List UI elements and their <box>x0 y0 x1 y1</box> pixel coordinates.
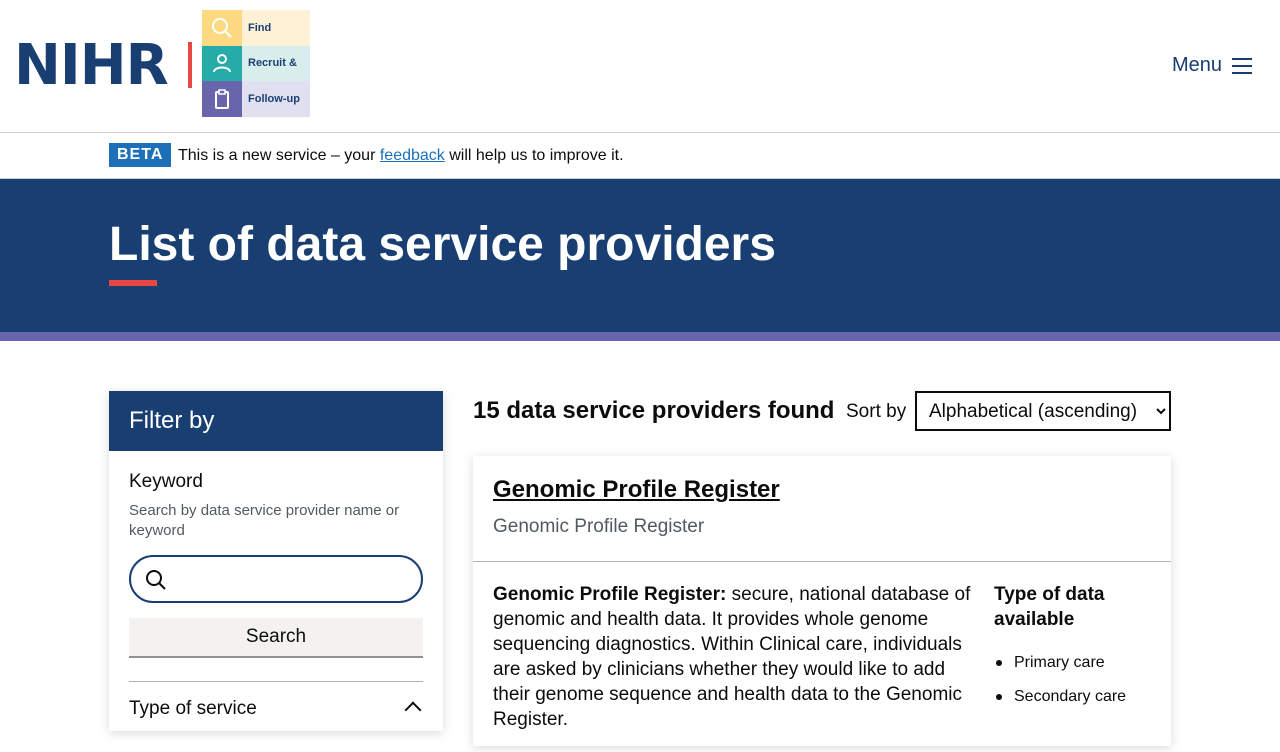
filter-heading: Filter by <box>109 391 443 451</box>
page-hero: List of data service providers <box>0 179 1280 332</box>
list-item: Secondary care <box>994 680 1154 714</box>
provider-title-link[interactable]: Genomic Profile Register <box>493 476 780 504</box>
beta-tag: BETA <box>109 143 172 167</box>
provider-description: Genomic Profile Register: secure, nation… <box>493 582 973 732</box>
page-title: List of data service providers <box>109 218 776 271</box>
logo-label: Recruit & <box>242 45 310 82</box>
beta-text-after: will help us to improve it. <box>444 147 624 164</box>
keyword-input[interactable] <box>131 557 421 601</box>
data-types-heading: Type of data available <box>994 584 1105 630</box>
data-types-column: Type of data available Primary care Seco… <box>994 582 1154 714</box>
menu-label: Menu <box>1172 54 1223 76</box>
beta-text: This is a new service – your feedback wi… <box>178 147 624 165</box>
beta-banner: BETA This is a new service – your feedba… <box>0 133 1280 179</box>
card-header: Genomic Profile Register Genomic Profile… <box>473 456 1171 562</box>
provider-card: Genomic Profile Register Genomic Profile… <box>473 456 1171 746</box>
feedback-link[interactable]: feedback <box>380 147 445 164</box>
beta-text-before: This is a new service – your <box>178 147 380 164</box>
logo-label: Find <box>242 10 310 46</box>
hero-accent-strip <box>0 332 1280 341</box>
site-header: NIHR Find Recruit & Follow-up Menu <box>0 0 1280 133</box>
sort-label: Sort by <box>846 401 907 422</box>
logo-divider <box>188 42 192 88</box>
logo-row-followup: Follow-up <box>202 81 310 117</box>
data-types-list: Primary care Secondary care <box>994 646 1154 714</box>
description-text: secure, national database of genomic and… <box>493 584 971 730</box>
logo-label: Follow-up <box>242 81 310 117</box>
keyword-label: Keyword <box>129 471 203 492</box>
keyword-search-field[interactable] <box>129 555 423 603</box>
list-item: Primary care <box>994 646 1154 680</box>
type-of-service-label: Type of service <box>129 698 257 719</box>
hamburger-icon <box>1232 57 1253 74</box>
card-body: Genomic Profile Register: secure, nation… <box>473 562 1171 752</box>
logo-row-find: Find <box>202 10 310 46</box>
search-icon <box>146 570 166 590</box>
service-logo[interactable]: Find Recruit & Follow-up <box>202 10 310 117</box>
filter-divider <box>129 681 423 682</box>
filter-panel: Filter by Keyword Search by data service… <box>109 391 443 731</box>
keyword-hint: Search by data service provider name or … <box>129 502 400 539</box>
type-of-service-toggle[interactable]: Type of service <box>129 698 423 720</box>
search-icon <box>202 10 242 46</box>
chevron-up-icon <box>404 701 422 719</box>
title-accent-bar <box>109 280 157 286</box>
provider-subtitle: Genomic Profile Register <box>493 516 705 537</box>
description-lead: Genomic Profile Register: <box>493 584 727 605</box>
filter-body: Keyword Search by data service provider … <box>109 451 443 740</box>
logo-row-recruit: Recruit & <box>202 45 310 82</box>
clipboard-icon <box>202 81 242 117</box>
menu-button[interactable]: Menu <box>1172 54 1253 77</box>
search-button[interactable]: Search <box>129 618 423 658</box>
sort-select[interactable]: Alphabetical (ascending) <box>915 391 1171 431</box>
person-icon <box>202 45 242 82</box>
nihr-logo[interactable]: NIHR <box>14 36 169 96</box>
results-count: 15 data service providers found <box>473 397 835 424</box>
